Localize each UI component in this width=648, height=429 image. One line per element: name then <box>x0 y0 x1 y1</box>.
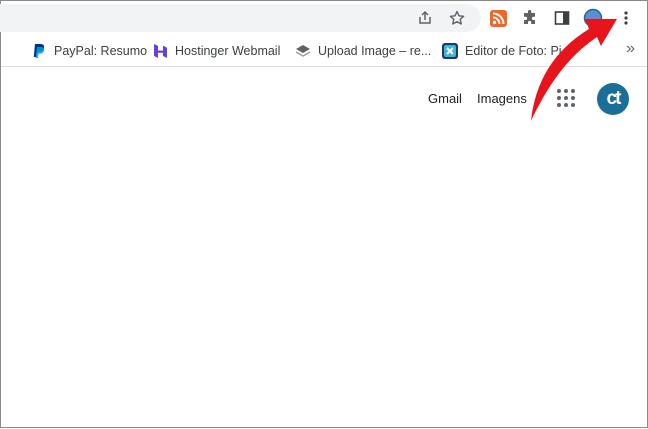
paypal-icon <box>31 43 47 59</box>
address-bar[interactable] <box>0 4 481 32</box>
bookmarks-bar: PayPal: Resumo Hostinger Webmail Upload … <box>1 35 647 67</box>
bookmark-label: PayPal: Resumo <box>54 44 148 58</box>
account-avatar[interactable]: ct <box>597 83 629 115</box>
bookmark-star-icon[interactable] <box>447 8 467 28</box>
gmail-link[interactable]: Gmail <box>428 91 462 106</box>
pixlr-icon <box>442 43 458 59</box>
bookmark-label: Editor de Foto: Pi <box>465 44 562 58</box>
share-icon[interactable] <box>415 8 435 28</box>
browser-window: PayPal: Resumo Hostinger Webmail Upload … <box>0 0 648 428</box>
profile-icon[interactable] <box>583 8 603 28</box>
layers-icon <box>295 43 311 59</box>
bookmark-paypal[interactable]: PayPal: Resumo <box>31 41 147 61</box>
bookmark-hostinger[interactable]: Hostinger Webmail <box>152 41 280 61</box>
bookmark-label: Upload Image – re... <box>318 44 432 58</box>
hostinger-icon <box>152 43 168 59</box>
extensions-puzzle-icon[interactable] <box>520 8 540 28</box>
side-panel-icon[interactable] <box>552 8 572 28</box>
rss-extension-icon[interactable] <box>488 8 508 28</box>
bookmark-upload-image[interactable]: Upload Image – re... <box>295 41 431 61</box>
bookmark-label: Hostinger Webmail <box>175 44 281 58</box>
browser-toolbar <box>0 1 647 35</box>
google-apps-icon[interactable] <box>557 89 575 107</box>
bookmarks-overflow-button[interactable]: » <box>626 40 635 58</box>
avatar-initials: ct <box>606 88 622 109</box>
menu-kebab-icon[interactable] <box>616 8 636 28</box>
bookmark-pixlr[interactable]: Editor de Foto: Pi <box>442 41 562 61</box>
images-link[interactable]: Imagens <box>477 91 527 106</box>
